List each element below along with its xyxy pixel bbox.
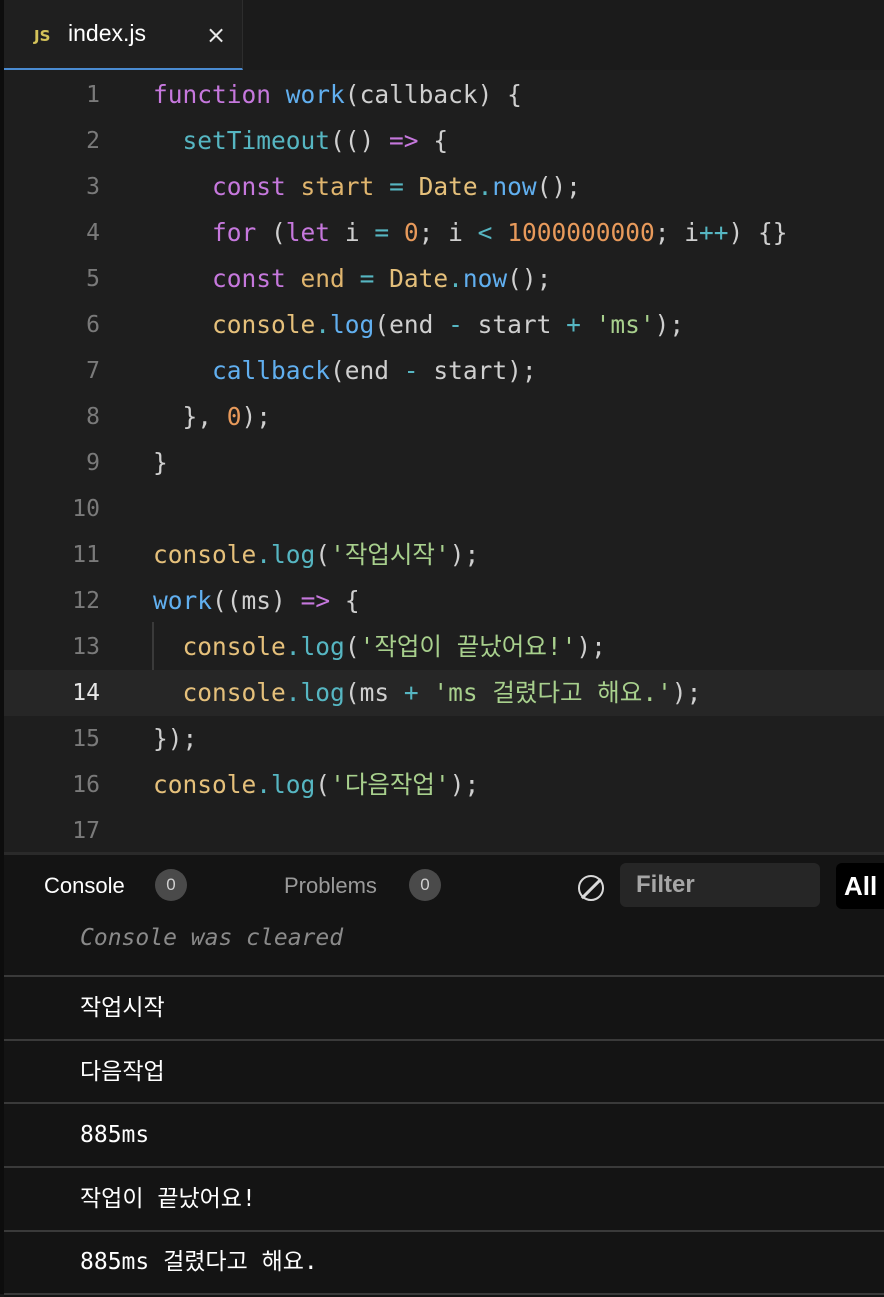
clear-console-icon[interactable] bbox=[578, 875, 604, 901]
code-line-16: 16 console.log('다음작업'); bbox=[4, 762, 884, 808]
token: const bbox=[212, 172, 286, 201]
token: i bbox=[344, 218, 360, 247]
line-number: 11 bbox=[72, 542, 100, 568]
token: Date bbox=[389, 264, 449, 293]
code-line-13: 13 console.log('작업이 끝났어요!'); bbox=[4, 624, 884, 670]
token: '다음작업' bbox=[330, 770, 450, 799]
code-line-10: 10 bbox=[4, 486, 884, 532]
filter-input[interactable] bbox=[620, 863, 820, 907]
token: now bbox=[462, 264, 508, 293]
token: log bbox=[300, 678, 345, 707]
line-number: 14 bbox=[72, 680, 100, 706]
console-log-line: 작업시작 bbox=[80, 995, 165, 1021]
console-divider bbox=[4, 1293, 884, 1295]
tab-filename: index.js bbox=[68, 20, 146, 46]
code-line-12: 12 work((ms) => { bbox=[4, 578, 884, 624]
token: now bbox=[492, 172, 537, 201]
code-line-3: 3 const start = Date.now(); bbox=[4, 164, 884, 210]
code-line-14: 14 console.log(ms + 'ms 걸렸다고 해요.'); bbox=[4, 670, 884, 716]
problems-count-badge: 0 bbox=[409, 869, 441, 901]
line-number: 6 bbox=[86, 312, 100, 338]
console-log-line: 다음작업 bbox=[80, 1059, 165, 1085]
token: callback bbox=[212, 356, 331, 385]
token: setTimeout bbox=[182, 126, 331, 155]
console-log-line: 885ms bbox=[80, 1122, 150, 1148]
console-log-line: 작업이 끝났어요! bbox=[80, 1186, 256, 1212]
token: work bbox=[285, 80, 345, 109]
line-number: 9 bbox=[86, 450, 100, 476]
console-count-badge: 0 bbox=[155, 869, 187, 901]
code-line-9: 9 } bbox=[4, 440, 884, 486]
line-number: 3 bbox=[86, 174, 100, 200]
line-number: 12 bbox=[72, 588, 100, 614]
close-icon[interactable]: × bbox=[202, 18, 230, 52]
code-line-2: 2 setTimeout(() => { bbox=[4, 118, 884, 164]
console-log-line: 885ms 걸렸다고 해요. bbox=[80, 1249, 318, 1275]
line-number: 4 bbox=[86, 220, 100, 246]
token: console bbox=[212, 310, 316, 339]
token: start bbox=[300, 172, 375, 201]
line-number: 16 bbox=[72, 772, 100, 798]
token: console bbox=[153, 540, 257, 569]
token: log bbox=[271, 540, 316, 569]
token: '작업이 끝났어요!' bbox=[359, 632, 577, 661]
token: console bbox=[182, 632, 286, 661]
token: const bbox=[212, 264, 286, 293]
code-editor[interactable]: 1 function work(callback) { 2 setTimeout… bbox=[4, 70, 884, 852]
code-line-6: 6 console.log(end - start + 'ms'); bbox=[4, 302, 884, 348]
editor-tab-bar: JS index.js × bbox=[4, 0, 884, 71]
code-line-4: 4 for (let i = 0; i < 1000000000; i++) {… bbox=[4, 210, 884, 256]
token: 'ms' bbox=[595, 310, 655, 339]
token: work bbox=[153, 586, 213, 615]
token: log bbox=[271, 770, 316, 799]
token: callback bbox=[359, 80, 478, 109]
token: 'ms 걸렸다고 해요.' bbox=[433, 678, 672, 707]
line-number: 15 bbox=[72, 726, 100, 752]
token: log bbox=[330, 310, 375, 339]
token: console bbox=[153, 770, 257, 799]
line-number: 13 bbox=[72, 634, 100, 660]
token: function bbox=[153, 80, 272, 109]
line-number: 7 bbox=[86, 358, 100, 384]
code-line-1: 1 function work(callback) { bbox=[4, 72, 884, 118]
code-line-15: 15 }); bbox=[4, 716, 884, 762]
code-line-5: 5 const end = Date.now(); bbox=[4, 256, 884, 302]
token: log bbox=[300, 632, 345, 661]
tab-problems[interactable]: Problems bbox=[284, 873, 377, 899]
token: Date bbox=[418, 172, 478, 201]
token: 0 bbox=[403, 218, 419, 247]
token: 1000000000 bbox=[507, 218, 655, 247]
tab-console[interactable]: Console bbox=[44, 873, 125, 899]
code-line-17: 17 bbox=[4, 808, 884, 852]
line-number: 5 bbox=[86, 266, 100, 292]
token: '작업시작' bbox=[330, 540, 450, 569]
line-number: 2 bbox=[86, 128, 100, 154]
code-line-8: 8 }, 0); bbox=[4, 394, 884, 440]
console-panel: Console 0 Problems 0 All Console was cle… bbox=[4, 852, 884, 1297]
code-line-7: 7 callback(end - start); bbox=[4, 348, 884, 394]
token: let bbox=[285, 218, 331, 247]
line-number: 8 bbox=[86, 404, 100, 430]
token: 0 bbox=[226, 402, 242, 431]
js-file-icon: JS bbox=[34, 27, 51, 45]
line-number: 17 bbox=[72, 818, 100, 844]
token: ms bbox=[241, 586, 272, 615]
log-level-button[interactable]: All bbox=[836, 863, 884, 909]
token: end bbox=[300, 264, 345, 293]
line-number: 10 bbox=[72, 496, 100, 522]
code-line-11: 11 console.log('작업시작'); bbox=[4, 532, 884, 578]
token: console bbox=[182, 678, 286, 707]
tab-index-js[interactable]: JS index.js × bbox=[4, 0, 243, 70]
line-number: 1 bbox=[86, 82, 100, 108]
token: for bbox=[212, 218, 257, 247]
console-cleared-message: Console was cleared bbox=[80, 925, 344, 951]
